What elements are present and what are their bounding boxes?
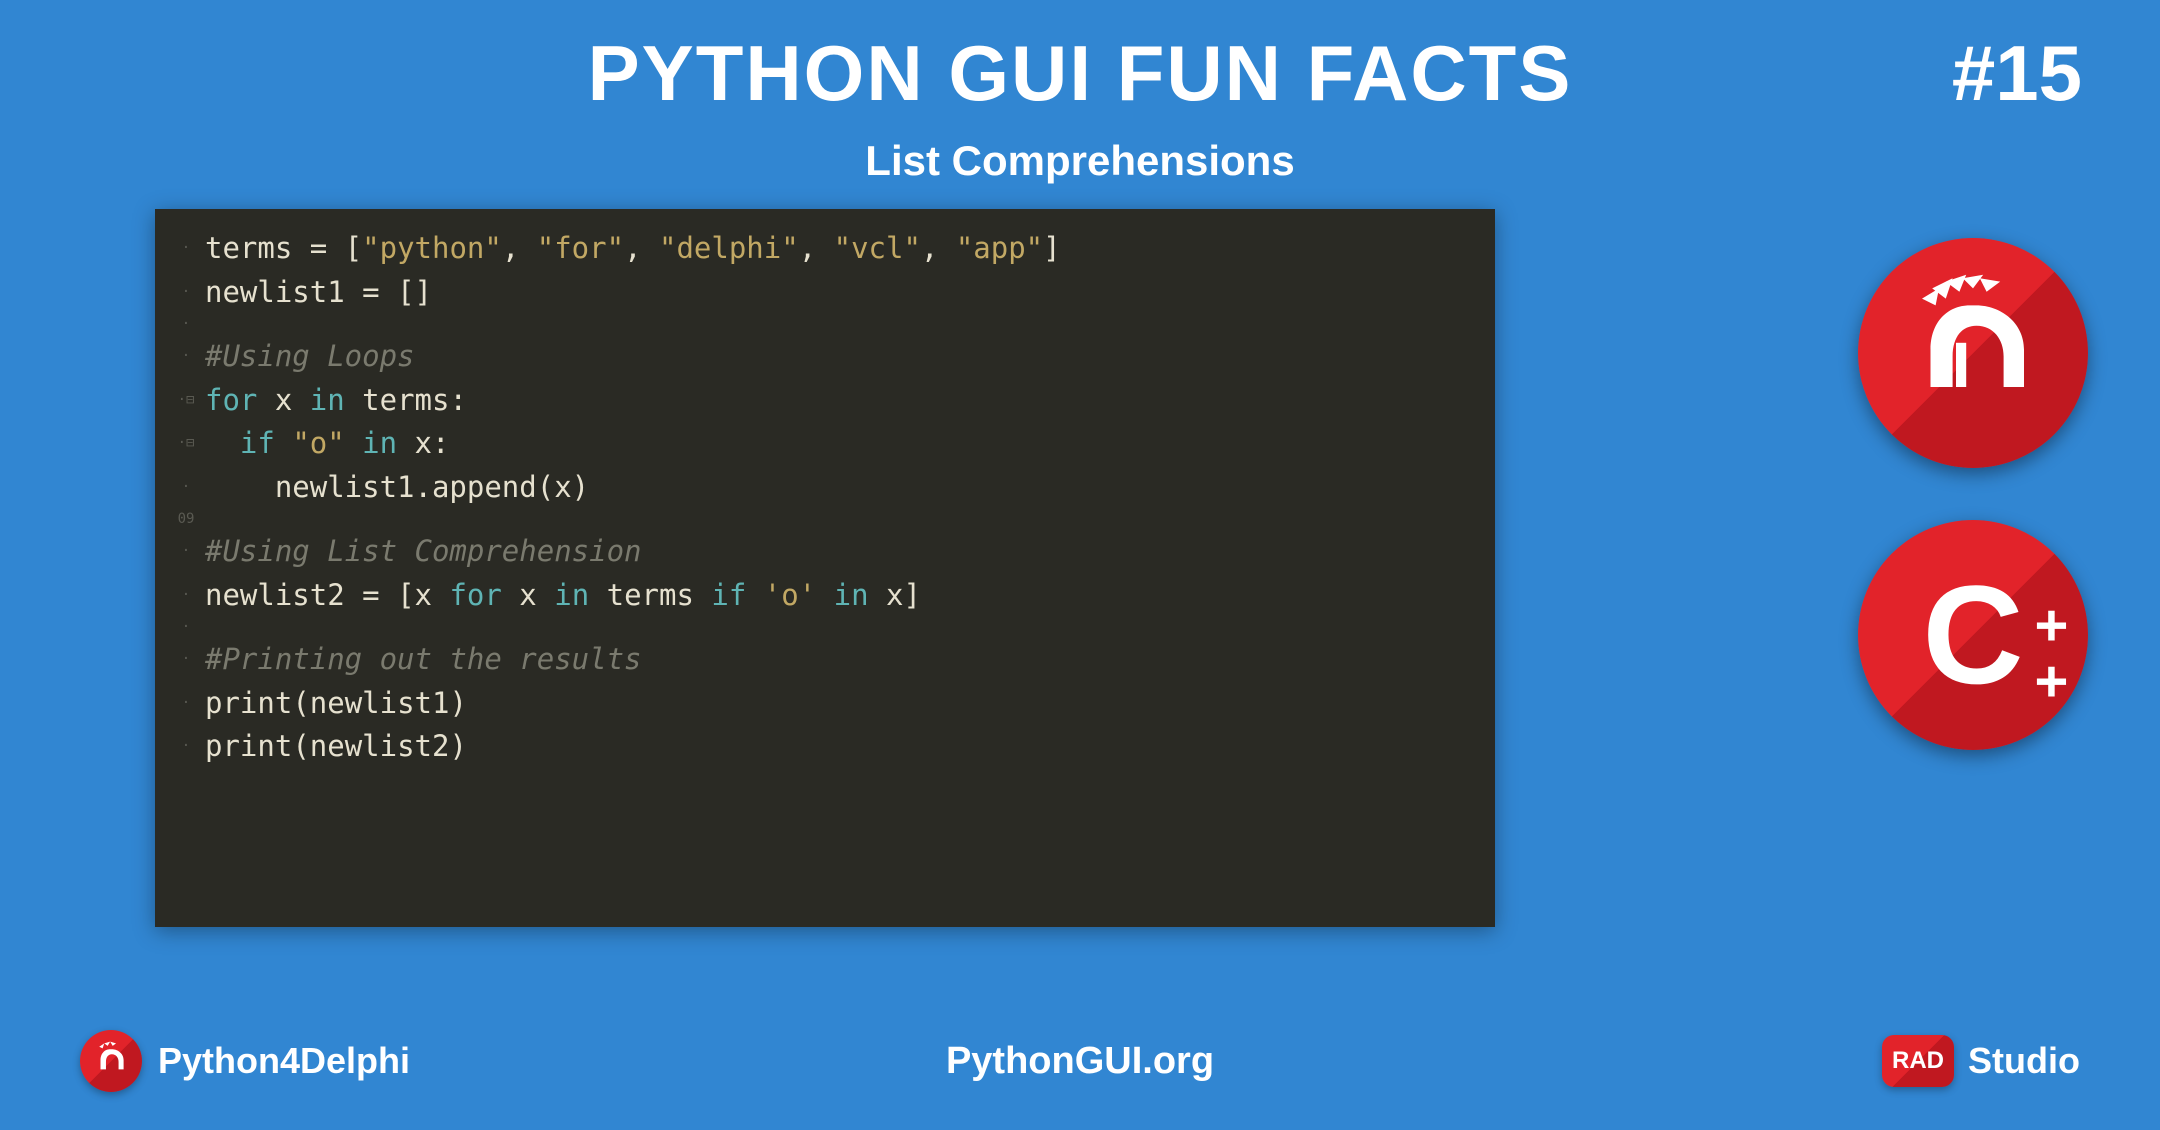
- fact-number: #15: [1952, 28, 2082, 119]
- rad-studio-icon: RAD: [1882, 1035, 1954, 1087]
- code-editor: ·terms = ["python", "for", "delphi", "vc…: [155, 209, 1495, 927]
- gutter: ·: [167, 314, 205, 335]
- code-line: ·print(newlist2): [167, 725, 1483, 769]
- gutter-fold: ·⊟: [167, 433, 205, 454]
- footer: Python4Delphi PythonGUI.org RAD Studio: [0, 1030, 2160, 1092]
- python4delphi-label: Python4Delphi: [158, 1040, 410, 1082]
- gutter: ·: [167, 541, 205, 562]
- code-line: ·terms = ["python", "for", "delphi", "vc…: [167, 227, 1483, 271]
- code-line: ·⊟for x in terms:: [167, 379, 1483, 423]
- header: PYTHON GUI FUN FACTS #15 List Comprehens…: [0, 0, 2160, 185]
- rad-studio-label: Studio: [1968, 1040, 2080, 1082]
- code-line: ·#Printing out the results: [167, 638, 1483, 682]
- code-line: ·: [167, 314, 1483, 335]
- website-url: PythonGUI.org: [946, 1040, 1214, 1083]
- code-line: ·#Using Loops: [167, 335, 1483, 379]
- code-line: ·newlist2 = [x for x in terms if 'o' in …: [167, 574, 1483, 618]
- helmet-icon: [1888, 268, 2058, 438]
- gutter: ·: [167, 238, 205, 259]
- python4delphi-icon: [80, 1030, 142, 1092]
- delphi-logo-icon: [1858, 238, 2088, 468]
- code-line: 09: [167, 509, 1483, 530]
- gutter: ·: [167, 477, 205, 498]
- gutter: ·: [167, 346, 205, 367]
- code-line: ·newlist1 = []: [167, 271, 1483, 315]
- page-title: PYTHON GUI FUN FACTS: [588, 28, 1573, 119]
- cpp-logo-icon: C + +: [1858, 520, 2088, 750]
- code-line: ·: [167, 617, 1483, 638]
- gutter: ·: [167, 617, 205, 638]
- helmet-icon: [90, 1040, 132, 1082]
- gutter: ·: [167, 585, 205, 606]
- footer-left: Python4Delphi: [80, 1030, 410, 1092]
- gutter: ·: [167, 282, 205, 303]
- plus-icon: +: [2034, 662, 2068, 703]
- code-line: ·print(newlist1): [167, 682, 1483, 726]
- gutter-linenum: 09: [167, 509, 205, 530]
- gutter: ·: [167, 736, 205, 757]
- gutter: ·: [167, 693, 205, 714]
- code-line: · newlist1.append(x): [167, 466, 1483, 510]
- code-line: ·#Using List Comprehension: [167, 530, 1483, 574]
- gutter-fold: ·⊟: [167, 390, 205, 411]
- page-subtitle: List Comprehensions: [0, 137, 2160, 185]
- plus-icon: +: [2034, 606, 2068, 647]
- cpp-letter: C + +: [1922, 554, 2023, 716]
- gutter: ·: [167, 649, 205, 670]
- code-line: ·⊟ if "o" in x:: [167, 422, 1483, 466]
- footer-right: RAD Studio: [1882, 1035, 2080, 1087]
